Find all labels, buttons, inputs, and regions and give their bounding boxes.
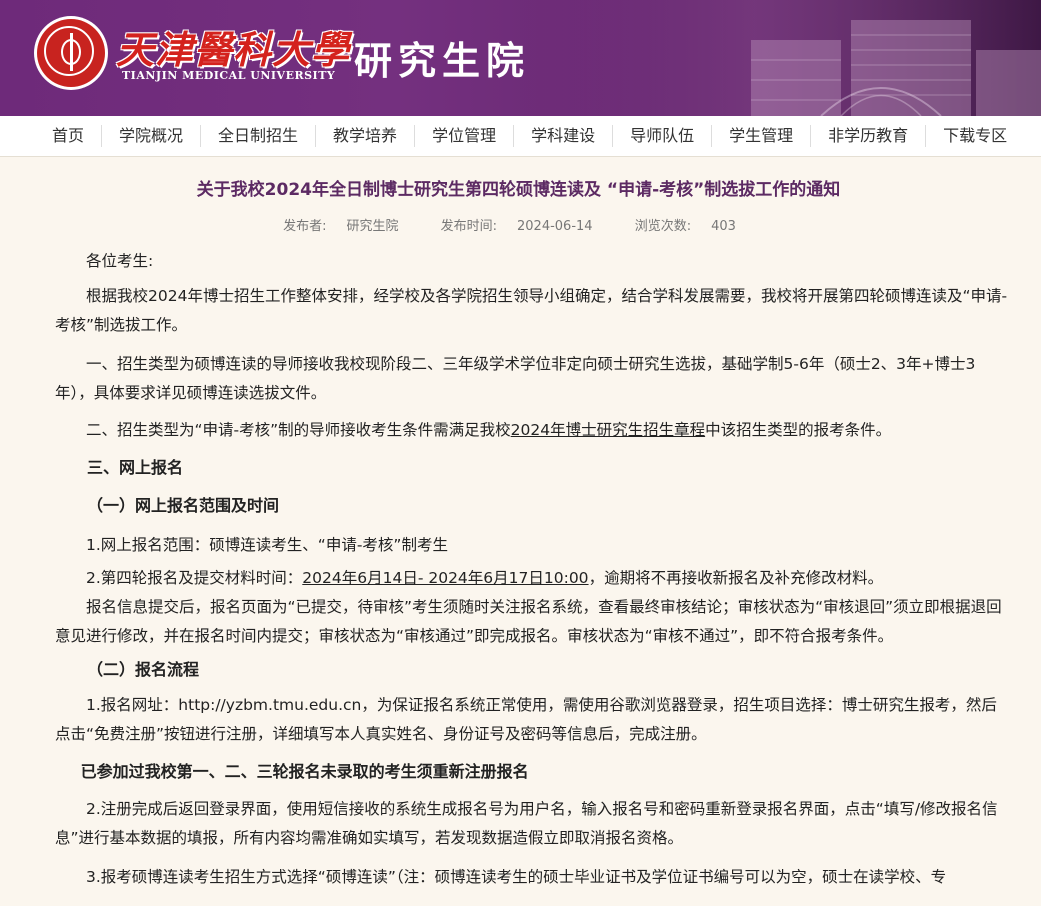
nav-downloads[interactable]: 下载专区 <box>926 125 1024 147</box>
scope-item-2: 2.第四轮报名及提交材料时间：2024年6月14日- 2024年6月17日10:… <box>86 569 884 587</box>
nav-students[interactable]: 学生管理 <box>712 125 810 147</box>
article: 关于我校2024年全日制博士研究生第四轮硕博连读及 “申请-考核”制选拔工作的通… <box>0 177 1041 892</box>
nav-teaching[interactable]: 教学培养 <box>316 125 414 147</box>
process-step-2: 2.注册完成后返回登录界面，使用短信接收的系统生成报名号为用户名，输入报名号和密… <box>55 800 998 847</box>
article-title: 关于我校2024年全日制博士研究生第四轮硕博连读及 “申请-考核”制选拔工作的通… <box>196 180 841 200</box>
nav-discipline[interactable]: 学科建设 <box>514 125 612 147</box>
department-title: 研究生院 <box>354 38 531 83</box>
views-value: 403 <box>711 219 736 234</box>
article-meta: 发布者: 研究生院 发布时间: 2024-06-14 浏览次数: 403 <box>55 215 1010 234</box>
university-name-en: TIANJIN MEDICAL UNIVERSITY <box>122 69 336 82</box>
heading-online-registration: 三、网上报名 <box>87 458 184 477</box>
paragraph-type-1: 一、招生类型为硕博连读的导师接收我校现阶段二、三年级学术学位非定向硕士研究生选拔… <box>55 355 976 402</box>
heading-scope-time: （一）网上报名范围及时间 <box>87 496 280 515</box>
registration-time-range: 2024年6月14日- 2024年6月17日10:00 <box>302 569 589 587</box>
nav-overview[interactable]: 学院概况 <box>102 125 200 147</box>
admission-rules-link[interactable]: 2024年博士研究生招生章程 <box>511 421 705 439</box>
publisher-value: 研究生院 <box>346 219 399 234</box>
paragraph-intro: 根据我校2024年博士招生工作整体安排，经学校及各学院招生领导小组确定，结合学科… <box>55 287 1008 334</box>
publisher-label: 发布者: <box>283 219 327 234</box>
main-nav: 首页 学院概况 全日制招生 教学培养 学位管理 学科建设 导师队伍 学生管理 非… <box>0 116 1041 157</box>
views-label: 浏览次数: <box>634 219 692 234</box>
nav-supervisors[interactable]: 导师队伍 <box>613 125 711 147</box>
university-seal-logo[interactable] <box>37 19 105 87</box>
paragraph-type-2: 二、招生类型为“申请-考核”制的导师接收考生条件需满足我校2024年博士研究生招… <box>86 421 892 439</box>
nav-nondegree[interactable]: 非学历教育 <box>811 125 925 147</box>
nav-home[interactable]: 首页 <box>35 125 101 147</box>
building-illustration <box>521 0 1041 116</box>
process-step-1: 1.报名网址：http://yzbm.tmu.edu.cn，为保证报名系统正常使… <box>55 696 997 743</box>
date-value: 2024-06-14 <box>517 219 593 234</box>
nav-admissions[interactable]: 全日制招生 <box>201 125 315 147</box>
heading-registration-process: （二）报名流程 <box>87 660 200 679</box>
heading-reregister-notice: 已参加过我校第一、二、三轮报名未录取的考生须重新注册报名 <box>80 762 529 781</box>
greeting: 各位考生: <box>86 252 154 270</box>
university-name-cn: 天津醫科大學 <box>116 27 351 72</box>
nav-degree[interactable]: 学位管理 <box>415 125 513 147</box>
header-banner: 天津醫科大學 TIANJIN MEDICAL UNIVERSITY 研究生院 <box>0 0 1041 116</box>
paragraph-review-status: 报名信息提交后，报名页面为“已提交，待审核”考生须随时关注报名系统，查看最终审核… <box>55 598 1002 645</box>
date-label: 发布时间: <box>440 219 497 234</box>
process-step-3: 3.报考硕博连读考生招生方式选择“硕博连读”（注：硕博连读考生的硕士毕业证书及学… <box>86 868 947 886</box>
scope-item-1: 1.网上报名范围：硕博连读考生、“申请-考核”制考生 <box>86 536 448 554</box>
